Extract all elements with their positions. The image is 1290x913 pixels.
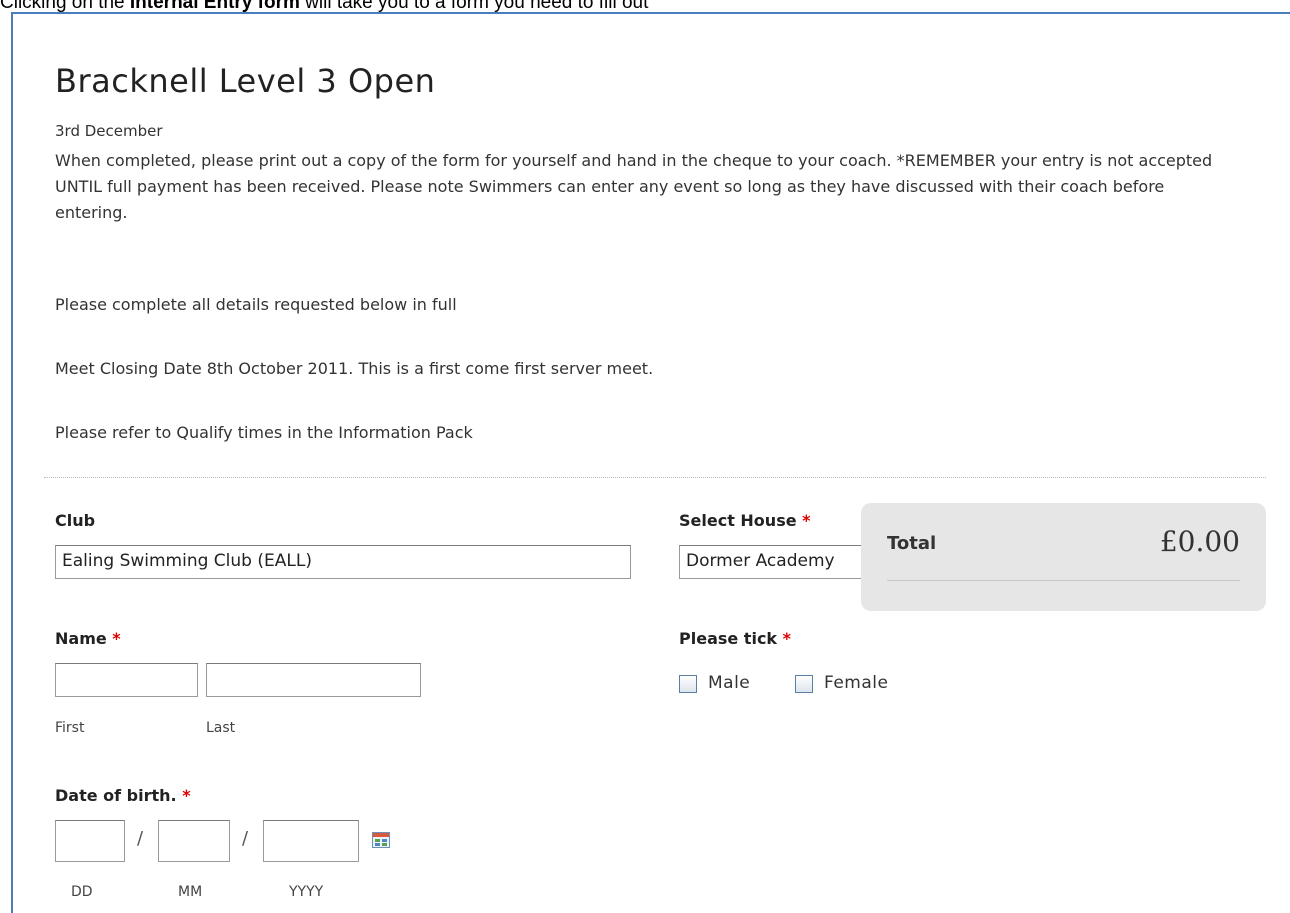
dob-day-sublabel: DD (71, 884, 93, 900)
dob-year-input[interactable] (263, 820, 359, 862)
dob-separator: / (137, 828, 144, 849)
total-amount: £0.00 (1159, 525, 1240, 558)
total-panel: Total £0.00 (861, 503, 1266, 611)
form-title: Bracknell Level 3 Open (55, 62, 436, 100)
house-label: Select House * (679, 511, 811, 530)
meet-date: 3rd December (55, 122, 163, 140)
section-divider (44, 477, 1266, 478)
name-label: Name * (55, 629, 121, 648)
club-input[interactable]: Ealing Swimming Club (EALL) (55, 545, 631, 579)
form-description: When completed, please print out a copy … (55, 151, 1213, 222)
female-label: Female (824, 673, 889, 693)
note-qualify: Please refer to Qualify times in the Inf… (55, 423, 473, 442)
first-name-sublabel: First (55, 720, 85, 736)
dob-year-sublabel: YYYY (289, 884, 324, 900)
female-checkbox[interactable] (795, 675, 813, 693)
last-name-input[interactable] (206, 663, 421, 697)
required-marker: * (112, 629, 121, 648)
male-checkbox[interactable] (679, 675, 697, 693)
club-label: Club (55, 511, 96, 530)
male-label: Male (708, 673, 751, 693)
last-name-sublabel: Last (206, 720, 236, 736)
gender-label: Please tick * (679, 629, 792, 648)
total-divider (887, 580, 1240, 581)
note-closing-date: Meet Closing Date 8th October 2011. This… (55, 359, 654, 378)
first-name-input[interactable] (55, 663, 198, 697)
dob-month-input[interactable] (158, 820, 230, 862)
dob-label: Date of birth. * (55, 786, 191, 805)
dob-month-sublabel: MM (178, 884, 203, 900)
note-complete: Please complete all details requested be… (55, 295, 457, 314)
dob-day-input[interactable] (55, 820, 125, 862)
calendar-icon[interactable] (372, 832, 390, 848)
dob-separator: / (242, 828, 249, 849)
total-label: Total (887, 533, 937, 554)
